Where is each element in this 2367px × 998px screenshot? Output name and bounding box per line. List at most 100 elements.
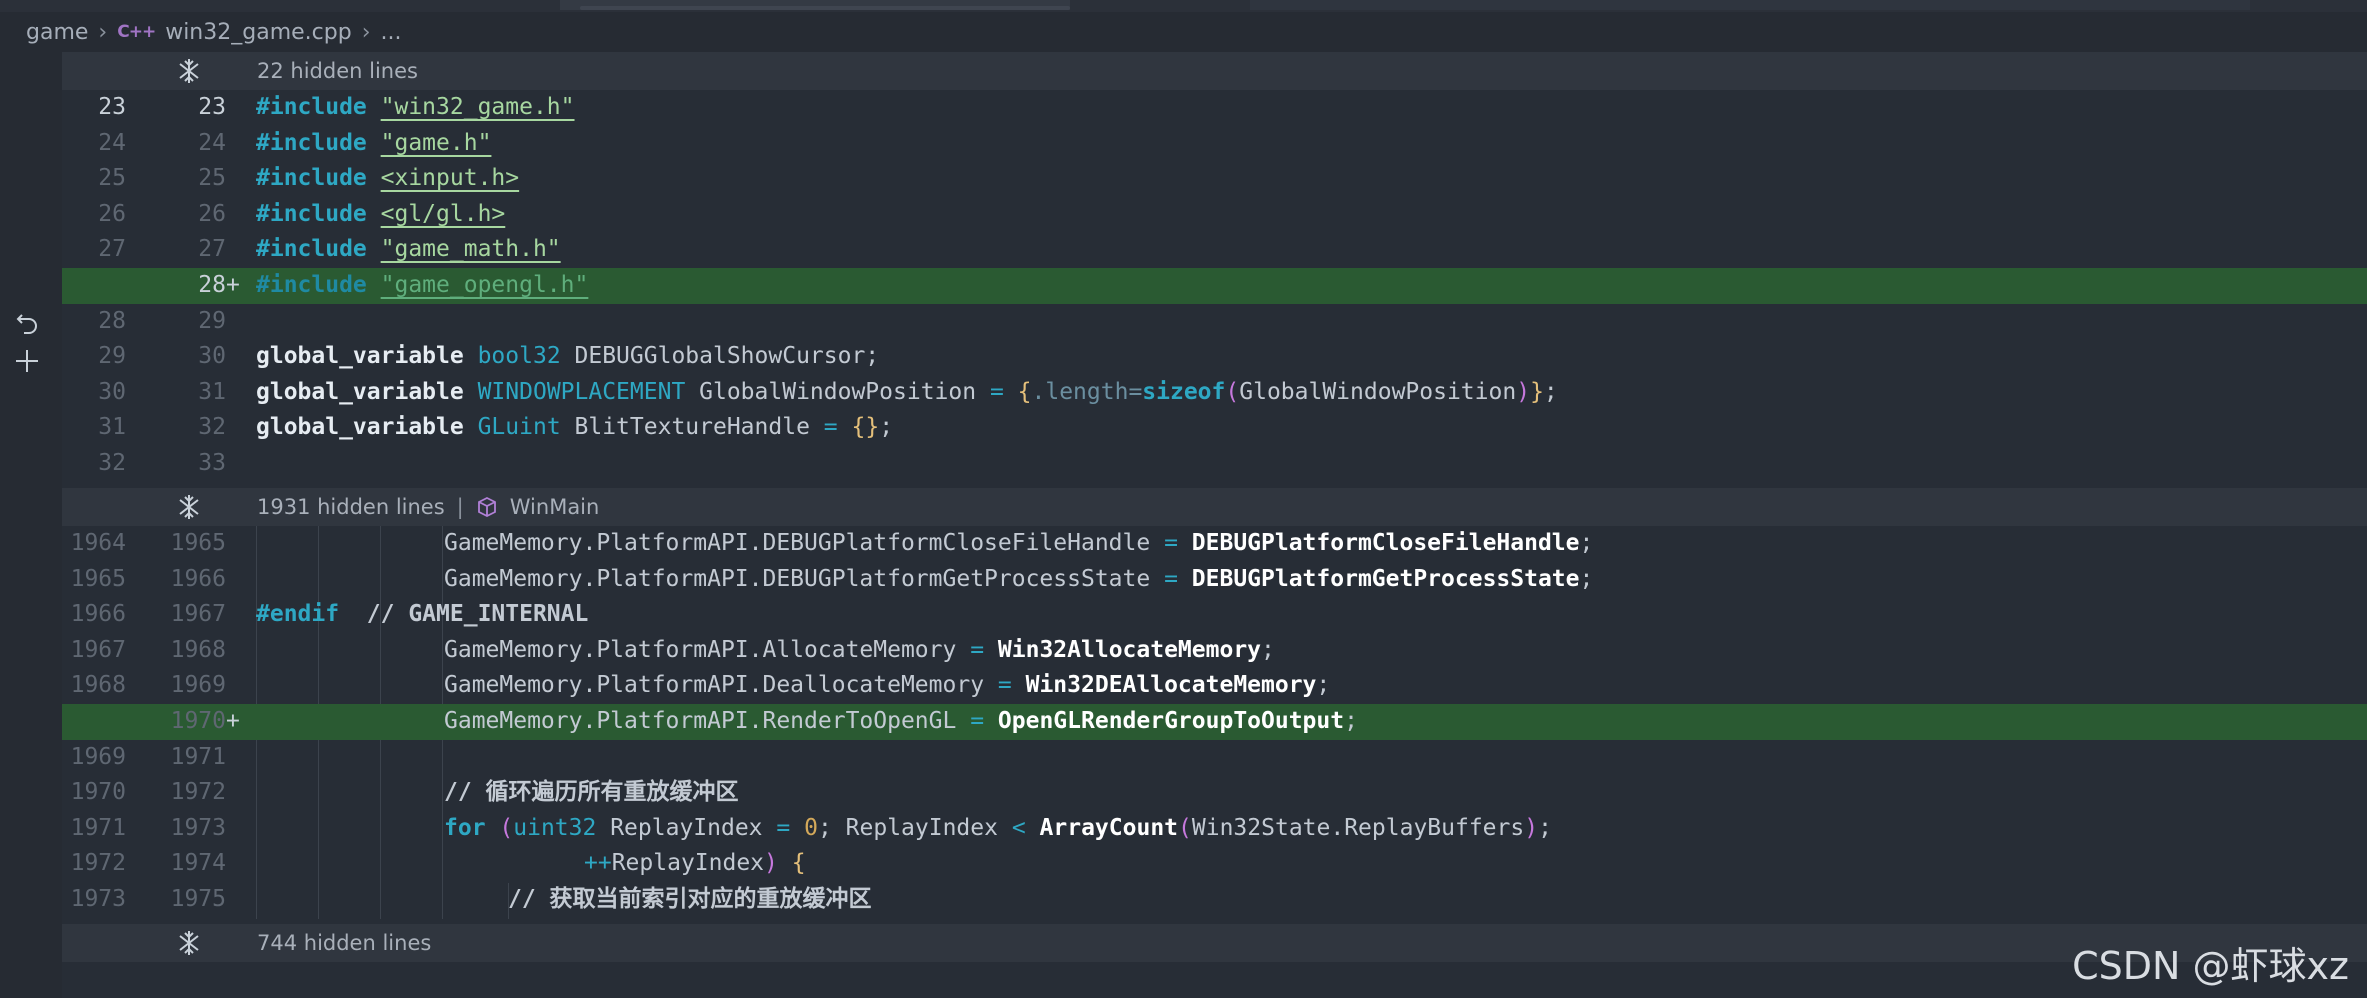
- new-line-number: 23: [198, 94, 226, 120]
- code-text[interactable]: #include "game_math.h": [256, 232, 561, 268]
- code-line: 1969 1971: [62, 740, 2367, 776]
- diff-gutter: [0, 52, 62, 998]
- added-code-line: 1970 + GameMemory.PlatformAPI.RenderToOp…: [62, 704, 2367, 740]
- added-marker: +: [226, 272, 240, 298]
- code-line: 1966 1967 #endif // GAME_INTERNAL: [62, 597, 2367, 633]
- code-text[interactable]: #include "win32_game.h": [256, 90, 575, 126]
- added-code-line: 28 + #include "game_opengl.h": [62, 268, 2367, 304]
- code-line: 31 32 global_variable GLuint BlitTexture…: [62, 410, 2367, 446]
- code-line: 23 23 #include "win32_game.h": [62, 90, 2367, 126]
- code-line: 28 29: [62, 304, 2367, 340]
- code-line: 1971 1973 for (uint32 ReplayIndex = 0; R…: [62, 811, 2367, 847]
- hidden-lines-label: 744 hidden lines: [257, 931, 432, 955]
- code-text[interactable]: #include "game.h": [256, 126, 491, 162]
- scroll-segment: [1250, 0, 2250, 10]
- old-line-number: 24: [98, 129, 126, 156]
- code-text[interactable]: #include <gl/gl.h>: [256, 197, 505, 233]
- code-text[interactable]: GameMemory.PlatformAPI.DEBUGPlatformClos…: [444, 526, 1593, 562]
- old-line-number: 27: [98, 236, 126, 263]
- code-line: 27 27 #include "game_math.h": [62, 232, 2367, 268]
- code-text[interactable]: GameMemory.PlatformAPI.RenderToOpenGL = …: [444, 704, 1358, 740]
- code-line: 32 33: [62, 446, 2367, 482]
- hidden-lines-fold[interactable]: 744 hidden lines: [62, 924, 2367, 962]
- new-line-number: 26: [198, 200, 226, 227]
- new-line-number: 30: [198, 343, 226, 370]
- code-line: 26 26 #include <gl/gl.h>: [62, 197, 2367, 233]
- old-line-number: 1971: [70, 814, 126, 841]
- new-line-number: 28: [198, 272, 226, 298]
- code-line: 1965 1966 GameMemory.PlatformAPI.DEBUGPl…: [62, 562, 2367, 598]
- code-line: 30 31 global_variable WINDOWPLACEMENT Gl…: [62, 375, 2367, 411]
- new-line-number: 1975: [170, 886, 226, 912]
- old-line-number: 25: [98, 165, 126, 192]
- revert-change-icon[interactable]: [14, 312, 42, 338]
- code-text[interactable]: #include <xinput.h>: [256, 161, 519, 197]
- code-text[interactable]: GameMemory.PlatformAPI.AllocateMemory = …: [444, 633, 1275, 669]
- code-line: 24 24 #include "game.h": [62, 126, 2367, 162]
- breadcrumb-more[interactable]: ...: [381, 20, 402, 45]
- top-scroll-strip: [0, 0, 2367, 12]
- unfold-icon[interactable]: [176, 57, 202, 85]
- code-line: 1968 1969 GameMemory.PlatformAPI.Dealloc…: [62, 668, 2367, 704]
- new-line-number: 25: [198, 165, 226, 192]
- breadcrumb-file[interactable]: win32_game.cpp: [165, 20, 351, 45]
- code-line: 1970 1972 // 循环遍历所有重放缓冲区: [62, 775, 2367, 811]
- code-text[interactable]: global_variable bool32 DEBUGGlobalShowCu…: [256, 339, 879, 375]
- code-comment[interactable]: // 获取当前索引对应的重放缓冲区: [508, 882, 872, 918]
- chevron-right-icon: ›: [361, 19, 371, 45]
- old-line-number: [62, 704, 126, 740]
- cpp-file-icon: C++: [117, 22, 156, 42]
- old-line-number: 23: [98, 94, 126, 120]
- code-comment[interactable]: // 循环遍历所有重放缓冲区: [444, 775, 739, 811]
- hidden-lines-label: 1931 hidden lines | WinMain: [257, 495, 600, 519]
- symbol-name[interactable]: WinMain: [510, 495, 600, 519]
- code-line: 1973 1975 // 获取当前索引对应的重放缓冲区: [62, 882, 2367, 918]
- code-line: 29 30 global_variable bool32 DEBUGGlobal…: [62, 339, 2367, 375]
- code-text[interactable]: #include "game_opengl.h": [256, 268, 588, 304]
- new-line-number: 1969: [170, 672, 226, 699]
- new-line-number: 29: [198, 307, 226, 334]
- old-line-number: 1967: [70, 636, 126, 663]
- breadcrumb: game › C++ win32_game.cpp › ...: [0, 12, 2367, 52]
- stage-change-icon[interactable]: [14, 348, 40, 374]
- code-text[interactable]: for (uint32 ReplayIndex = 0; ReplayIndex…: [444, 811, 1552, 847]
- new-line-number: 1970: [170, 708, 226, 734]
- old-line-number: 1973: [70, 886, 126, 912]
- new-line-number: 1968: [170, 636, 226, 663]
- code-text[interactable]: global_variable WINDOWPLACEMENT GlobalWi…: [256, 375, 1558, 411]
- code-line: 1972 1974 ++ReplayIndex) {: [62, 846, 2367, 882]
- code-text[interactable]: global_variable GLuint BlitTextureHandle…: [256, 410, 893, 446]
- old-line-number: 1969: [70, 743, 126, 770]
- new-line-number: 1965: [170, 530, 226, 556]
- code-text[interactable]: GameMemory.PlatformAPI.DEBUGPlatformGetP…: [444, 562, 1593, 598]
- new-line-number: 24: [198, 129, 226, 156]
- hidden-lines-fold[interactable]: 22 hidden lines: [62, 52, 2367, 90]
- new-line-number: 33: [198, 450, 226, 476]
- old-line-number: 30: [98, 378, 126, 405]
- new-line-number: 27: [198, 236, 226, 263]
- cube-symbol-icon: [477, 496, 496, 518]
- old-line-number: 28: [98, 307, 126, 334]
- code-text[interactable]: ++ReplayIndex) {: [584, 846, 806, 882]
- old-line-number: 31: [98, 414, 126, 441]
- hidden-lines-label: 22 hidden lines: [257, 59, 418, 83]
- old-line-number: 1968: [70, 672, 126, 699]
- hidden-lines-fold[interactable]: 1931 hidden lines | WinMain: [62, 488, 2367, 526]
- old-line-number: [62, 268, 126, 304]
- code-text[interactable]: GameMemory.PlatformAPI.DeallocateMemory …: [444, 668, 1330, 704]
- added-marker: +: [226, 708, 240, 734]
- horizontal-scrollbar-thumb[interactable]: [580, 6, 1070, 10]
- unfold-icon[interactable]: [176, 493, 202, 521]
- new-line-number: 1966: [170, 565, 226, 592]
- old-line-number: 26: [98, 200, 126, 227]
- old-line-number: 1972: [70, 850, 126, 877]
- old-line-number: 1964: [70, 530, 126, 556]
- diff-editor[interactable]: 22 hidden lines 23 23 #include "win32_ga…: [62, 52, 2367, 998]
- new-line-number: 1974: [170, 850, 226, 877]
- old-line-number: 1966: [70, 601, 126, 628]
- old-line-number: 1970: [70, 779, 126, 806]
- breadcrumb-folder[interactable]: game: [26, 20, 88, 45]
- new-line-number: 1967: [170, 601, 226, 628]
- code-text[interactable]: #endif // GAME_INTERNAL: [256, 597, 588, 633]
- unfold-icon[interactable]: [176, 929, 202, 957]
